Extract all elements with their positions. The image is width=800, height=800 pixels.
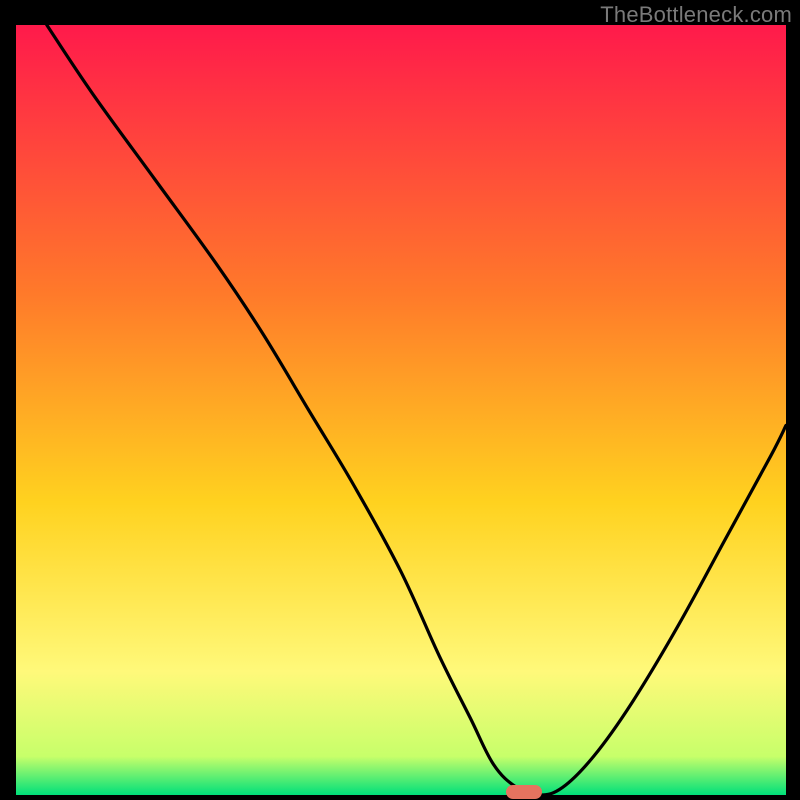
gradient-background [16,25,786,795]
chart-frame [16,25,786,795]
optimal-marker [506,785,542,799]
bottleneck-chart [16,25,786,795]
